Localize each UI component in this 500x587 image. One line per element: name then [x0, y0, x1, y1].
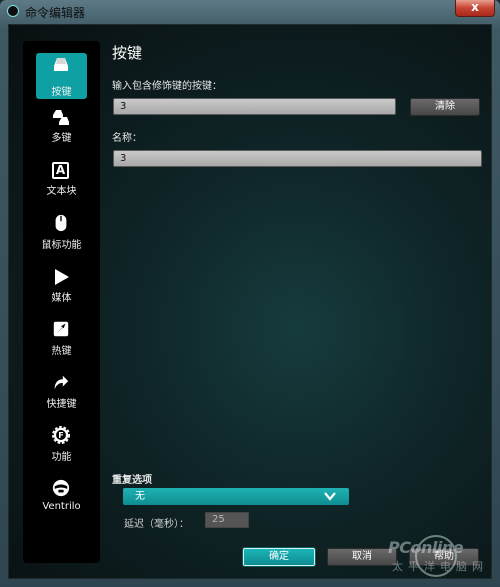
shortcut-arrow-icon: [54, 375, 69, 390]
keystroke-label: 输入包含修饰键的按键：: [112, 81, 222, 92]
sidebar-item-hotkey[interactable]: 热键: [23, 317, 100, 367]
sidebar-item-label: 文本块: [46, 186, 77, 197]
sidebar-item-keystroke[interactable]: 按键: [23, 53, 100, 103]
play-icon: [55, 269, 69, 285]
command-type-sidebar: 按键 多键 A 文本块 鼠标功能 媒体 热键 快捷键 F 功能 Ventrilo: [23, 41, 100, 563]
watermark-cn: 太平洋电脑网: [392, 560, 488, 573]
sidebar-item-label: 按键: [51, 87, 72, 98]
function-gear-icon: F: [52, 426, 70, 444]
name-input[interactable]: 3: [113, 150, 482, 167]
sidebar-item-label: 鼠标功能: [41, 240, 82, 251]
keycap-icon: [54, 58, 68, 71]
name-label: 名称：: [112, 133, 142, 144]
sidebar-item-ventrilo[interactable]: Ventrilo: [23, 476, 100, 526]
repeat-options-select[interactable]: 无: [123, 488, 349, 505]
sidebar-item-text-block[interactable]: A 文本块: [23, 158, 100, 208]
sidebar-item-multikey[interactable]: 多键: [23, 105, 100, 155]
window-title: 命令编辑器: [25, 6, 86, 20]
cancel-button[interactable]: 取消: [327, 548, 397, 566]
chevron-down-icon: [324, 492, 336, 501]
sidebar-item-function[interactable]: F 功能: [23, 423, 100, 473]
text-block-icon: A: [52, 162, 69, 179]
page-title: 按键: [112, 44, 143, 62]
sidebar-item-label: 多键: [51, 133, 72, 144]
logitech-app-icon: [7, 5, 19, 17]
keystroke-input[interactable]: 3: [113, 98, 396, 115]
sidebar-item-shortcut[interactable]: 快捷键: [23, 370, 100, 420]
title-bar[interactable]: 命令编辑器 x: [0, 0, 500, 24]
hotkey-icon: [53, 321, 69, 337]
sidebar-item-mouse-function[interactable]: 鼠标功能: [23, 211, 100, 261]
sidebar-item-label: 媒体: [51, 293, 72, 304]
delay-input[interactable]: 25: [205, 512, 249, 528]
clear-button[interactable]: 清除: [410, 98, 480, 116]
repeat-options-value: 无: [135, 491, 145, 502]
sidebar-item-label: 功能: [51, 452, 72, 463]
mouse-icon: [55, 214, 67, 232]
watermark-brand: PConline: [388, 538, 464, 557]
ok-button[interactable]: 确定: [243, 548, 315, 566]
repeat-options-label: 重复选项: [112, 475, 152, 486]
sidebar-item-media[interactable]: 媒体: [23, 264, 100, 314]
ventrilo-icon: [52, 479, 70, 497]
multikey-icon: [53, 110, 69, 125]
sidebar-item-label: Ventrilo: [42, 501, 81, 512]
function-gear-glyph: F: [58, 430, 64, 440]
pconline-watermark: PConline 太平洋电脑网: [388, 535, 496, 585]
close-button[interactable]: x: [455, 0, 495, 17]
sidebar-item-label: 热键: [51, 346, 72, 357]
delay-label: 延迟（毫秒）：: [124, 519, 189, 530]
sidebar-item-label: 快捷键: [46, 399, 77, 410]
